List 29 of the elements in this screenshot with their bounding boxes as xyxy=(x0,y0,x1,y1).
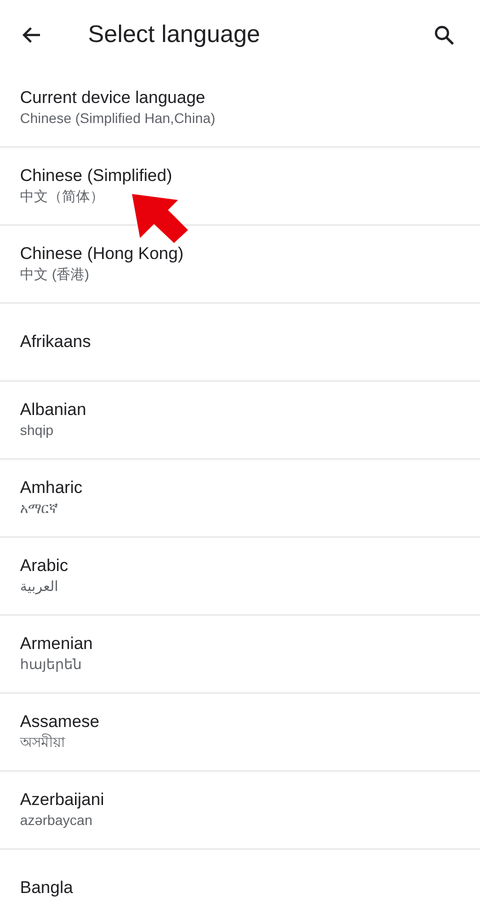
language-item[interactable]: Albanian shqip xyxy=(0,382,480,460)
screen-title: Select language xyxy=(88,20,262,50)
native-name: 中文（简体） xyxy=(20,187,105,206)
language-item[interactable]: Armenian հայերեն xyxy=(0,616,480,694)
native-name: հայերեն xyxy=(20,655,83,674)
language-name: Albanian xyxy=(20,399,88,422)
language-item[interactable]: Assamese অসমীয়া xyxy=(0,694,480,772)
language-item[interactable]: Bangla xyxy=(0,850,480,912)
language-name: Afrikaans xyxy=(20,330,92,353)
language-name: Chinese (Simplified) xyxy=(20,165,174,188)
language-name: Current device language xyxy=(20,87,206,110)
native-name: አማርኛ xyxy=(20,499,59,518)
language-item[interactable]: Amharic አማርኛ xyxy=(0,460,480,538)
language-name: Azerbaijani xyxy=(20,789,106,812)
language-name: Arabic xyxy=(20,555,70,578)
language-name: Assamese xyxy=(20,711,100,734)
language-item[interactable]: Afrikaans xyxy=(0,304,480,382)
native-name: shqip xyxy=(20,421,54,440)
native-name: 中文 (香港) xyxy=(20,265,90,284)
native-name: azərbaycan xyxy=(20,811,94,830)
native-name: Chinese (Simplified Han,China) xyxy=(20,109,216,128)
native-name: অসমীয়া xyxy=(20,733,66,752)
native-name: العربية xyxy=(20,577,60,596)
language-name: Amharic xyxy=(20,477,84,500)
language-name: Chinese (Hong Kong) xyxy=(20,243,184,266)
language-name: Bangla xyxy=(20,876,74,899)
language-name: Armenian xyxy=(20,633,94,656)
language-item[interactable]: Azerbaijani azərbaycan xyxy=(0,772,480,850)
language-item[interactable]: Current device language Chinese (Simplified Han,China) xyxy=(0,70,480,148)
